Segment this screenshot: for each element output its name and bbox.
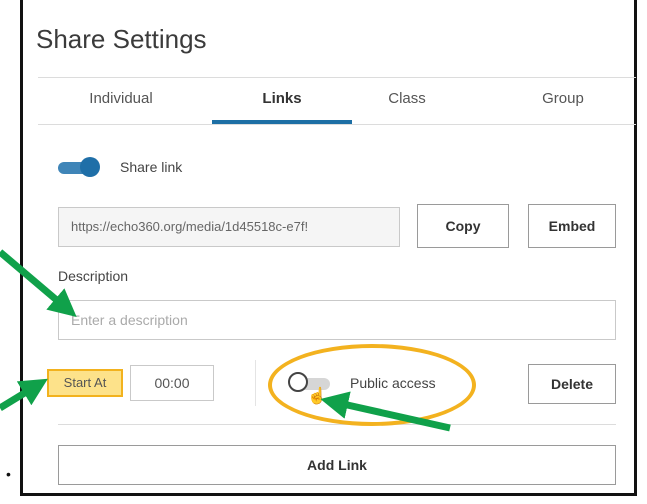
description-label: Description: [58, 268, 129, 284]
toggle-knob: [80, 157, 100, 177]
copy-button[interactable]: Copy: [417, 204, 509, 248]
share-link-label: Share link: [120, 159, 183, 175]
share-link-toggle[interactable]: [58, 157, 100, 177]
tab-links[interactable]: Links: [217, 90, 347, 107]
start-time-input[interactable]: 00:00: [130, 365, 214, 401]
tab-group[interactable]: Group: [498, 90, 628, 107]
description-input[interactable]: Enter a description: [58, 300, 616, 340]
start-at-label: Start At: [47, 369, 123, 397]
delete-button[interactable]: Delete: [528, 364, 616, 404]
highlight-ellipse: [268, 344, 476, 426]
page-title: Share Settings: [36, 24, 207, 54]
tabs-divider: [38, 124, 636, 125]
title-divider: [38, 77, 636, 78]
add-link-divider: [58, 424, 616, 425]
share-url-field[interactable]: https://echo360.org/media/1d45518c-e7f!: [58, 207, 400, 247]
tab-class[interactable]: Class: [342, 90, 472, 107]
row-separator: [255, 360, 256, 406]
add-link-button[interactable]: Add Link: [58, 445, 616, 485]
tab-individual[interactable]: Individual: [56, 90, 186, 107]
bullet-dot: •: [6, 466, 11, 482]
embed-button[interactable]: Embed: [528, 204, 616, 248]
